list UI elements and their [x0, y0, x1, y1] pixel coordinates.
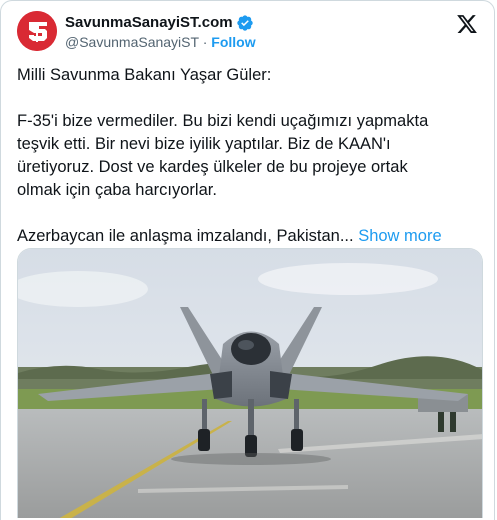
show-more-link[interactable]: Show more [358, 227, 441, 245]
tweet-header: SavunmaSanayiST.com @SavunmaSanayiST · F… [17, 9, 480, 53]
follow-button[interactable]: Follow [211, 34, 255, 50]
avatar[interactable] [17, 11, 57, 51]
x-logo-icon[interactable] [456, 13, 478, 35]
tweet-para-3: Azerbaycan ile anlaşma imzalandı, Pakist… [17, 227, 354, 245]
tweet-para-2-line-3: üretiyoruz. Dost ve kardeş ülkeler de bu… [17, 158, 408, 176]
fighter-jet-image [18, 249, 482, 518]
account-handle[interactable]: @SavunmaSanayiST [65, 34, 199, 50]
tweet-line-1: Milli Savunma Bakanı Yaşar Güler: [17, 66, 272, 84]
tweet-para-2-line-1: F-35'i bize vermediler. Bu bizi kendi uç… [17, 112, 429, 130]
verified-badge-icon [236, 14, 253, 31]
tweet-media-image[interactable] [17, 248, 483, 518]
tweet-text: Milli Savunma Bakanı Yaşar Güler: F-35'i… [17, 64, 487, 248]
tweet-para-2-line-2: teşvik etti. Bir nevi bize iyilik yaptıl… [17, 135, 391, 153]
separator-dot: · [202, 34, 208, 50]
tweet-para-2-line-4: olmak için çaba harcıyorlar. [17, 181, 217, 199]
ssst-logo-icon [17, 11, 57, 51]
tweet-card[interactable]: SavunmaSanayiST.com @SavunmaSanayiST · F… [0, 0, 495, 520]
account-name[interactable]: SavunmaSanayiST.com [65, 13, 233, 32]
